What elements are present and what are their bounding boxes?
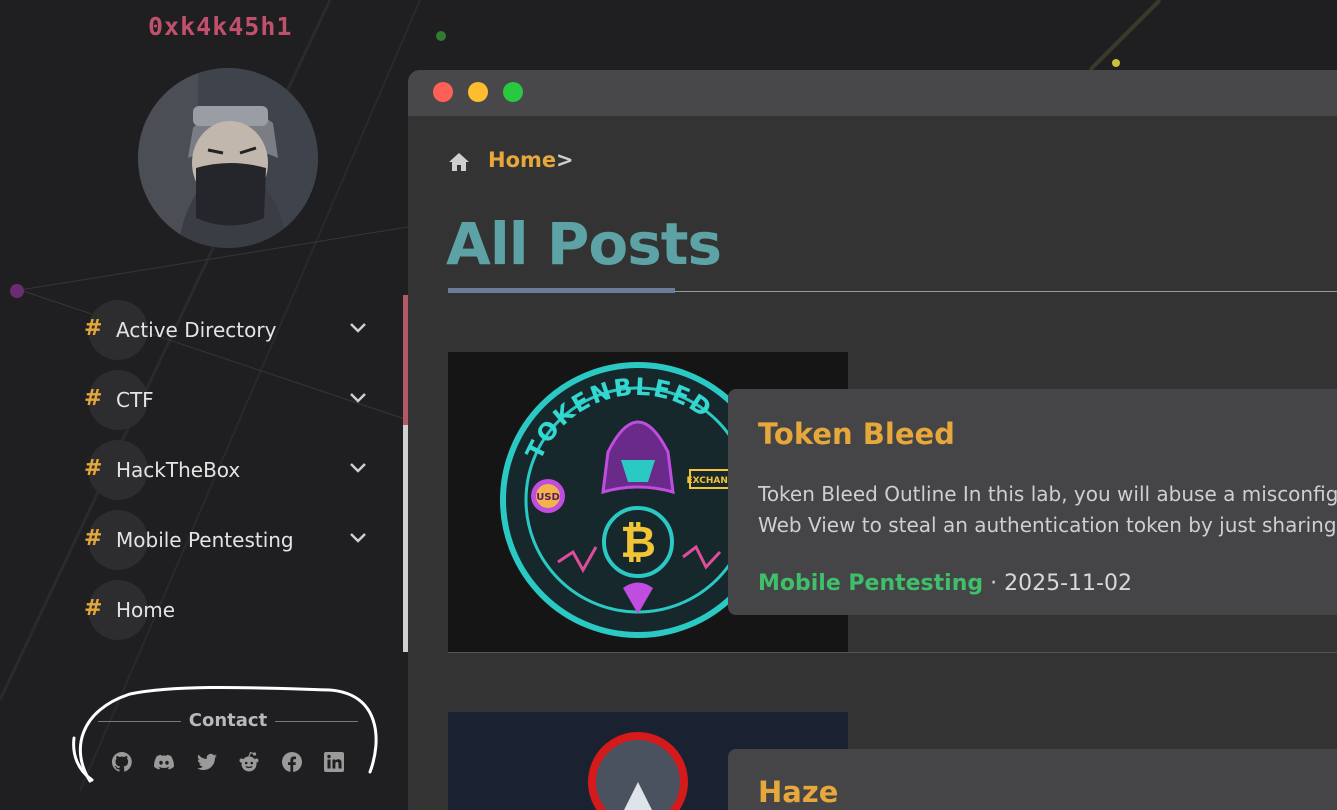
post-meta: Mobile Pentesting · 2025-11-02 [758, 571, 1132, 596]
hand-drawn-circle [72, 686, 378, 783]
maximize-window-button[interactable] [503, 82, 523, 102]
post-excerpt: Token Bleed Outline In this lab, you wil… [758, 479, 1337, 541]
post-divider [448, 652, 1337, 653]
sidebar-nav: # Active Directory # CTF # HackTheBox # … [84, 300, 384, 650]
sidebar-item-label: Mobile Pentesting [116, 528, 294, 552]
avatar[interactable] [138, 68, 318, 248]
hash-icon: # [84, 456, 103, 481]
browser-window: Home > All Posts TOKENBLEED ₿ USD EXCHAN… [408, 70, 1337, 810]
sidebar-item-hackthebox[interactable]: # HackTheBox [84, 440, 384, 510]
breadcrumb-home-link[interactable]: Home [488, 148, 556, 172]
sidebar-item-label: Active Directory [116, 318, 277, 342]
post-excerpt-line: Web View to steal an authentication toke… [758, 513, 1337, 537]
site-name[interactable]: 0xk4k45h1 [148, 12, 292, 41]
chevron-down-icon[interactable] [348, 531, 368, 545]
sidebar-item-label: HackTheBox [116, 458, 241, 482]
sidebar-item-ctf[interactable]: # CTF [84, 370, 384, 440]
page-title: All Posts [446, 210, 722, 278]
sidebar-item-active-directory[interactable]: # Active Directory [84, 300, 384, 370]
post-meta-separator: · [990, 571, 998, 596]
chevron-down-icon[interactable] [348, 391, 368, 405]
chevron-down-icon[interactable] [348, 461, 368, 475]
post-card[interactable]: Token Bleed Token Bleed Outline In this … [728, 389, 1337, 615]
sidebar-item-label: CTF [116, 388, 154, 412]
minimize-window-button[interactable] [468, 82, 488, 102]
hash-icon: # [84, 526, 103, 551]
post-excerpt-line: Token Bleed Outline In this lab, you wil… [758, 482, 1337, 506]
sidebar-item-home[interactable]: # Home [84, 580, 384, 650]
post-title[interactable]: Haze [758, 775, 838, 809]
hash-icon: # [84, 316, 103, 341]
home-icon[interactable] [448, 152, 470, 172]
post-date: 2025-11-02 [1004, 571, 1132, 596]
post-category-link[interactable]: Mobile Pentesting [758, 571, 983, 596]
avatar-image [138, 68, 318, 248]
window-titlebar [408, 70, 1337, 116]
hash-icon: # [84, 386, 103, 411]
chevron-down-icon[interactable] [348, 321, 368, 335]
sidebar-item-label: Home [116, 598, 176, 622]
title-underline-accent [448, 288, 675, 293]
breadcrumb-separator: > [556, 148, 574, 172]
hash-icon: # [84, 596, 103, 621]
close-window-button[interactable] [433, 82, 453, 102]
sidebar-item-mobile-pentesting[interactable]: # Mobile Pentesting [84, 510, 384, 580]
post-card[interactable]: Haze [728, 749, 1337, 810]
post-title[interactable]: Token Bleed [758, 417, 955, 451]
svg-text:₿: ₿ [620, 517, 656, 568]
emblem-usd-text: USD [536, 492, 560, 503]
